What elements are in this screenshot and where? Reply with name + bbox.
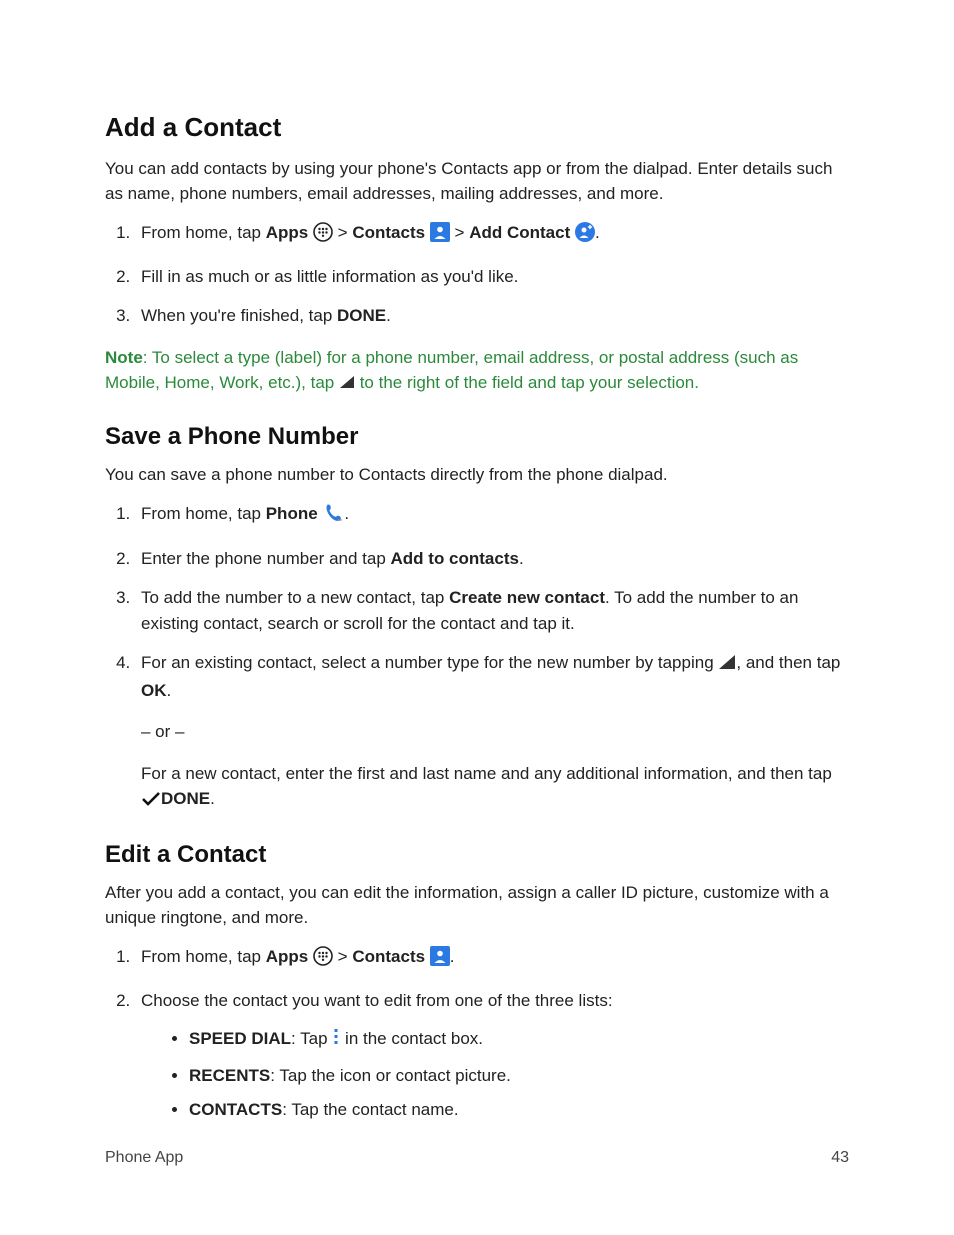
text: To add the number to a new contact, tap <box>141 588 449 607</box>
text: : Tap <box>291 1029 332 1048</box>
label-speed-dial: SPEED DIAL <box>189 1029 291 1048</box>
step-4-alt: For a new contact, enter the first and l… <box>141 761 849 815</box>
step-3-save: To add the number to a new contact, tap … <box>135 585 849 636</box>
text: From home, tap <box>141 947 266 966</box>
step-3-add: When you're finished, tap DONE. <box>135 303 849 329</box>
text: . <box>595 223 600 242</box>
text: For a new contact, enter the first and l… <box>141 764 832 783</box>
text: For an existing contact, select a number… <box>141 653 718 672</box>
label-apps: Apps <box>266 947 309 966</box>
heading-add-contact: Add a Contact <box>105 112 849 143</box>
contacts-icon <box>430 946 450 974</box>
note-label: Note <box>105 348 143 367</box>
contacts-icon <box>430 222 450 250</box>
text: From home, tap <box>141 504 266 523</box>
label-create-new-contact: Create new contact <box>449 588 605 607</box>
text: Choose the contact you want to edit from… <box>141 991 613 1010</box>
step-1-add: From home, tap Apps > Contacts > Add Con… <box>135 220 849 250</box>
page-footer: Phone App 43 <box>105 1149 849 1167</box>
text: From home, tap <box>141 223 266 242</box>
apps-icon <box>313 222 333 250</box>
steps-edit-contact: From home, tap Apps > Contacts . Choose … <box>105 944 849 1126</box>
label-phone: Phone <box>266 504 318 523</box>
text: Enter the phone number and tap <box>141 549 391 568</box>
intro-edit-contact: After you add a contact, you can edit th… <box>105 881 849 930</box>
text: . <box>386 306 391 325</box>
text: to the right of the field and tap your s… <box>355 373 699 392</box>
step-1-edit: From home, tap Apps > Contacts . <box>135 944 849 974</box>
footer-section-name: Phone App <box>105 1149 183 1167</box>
bullet-speed-dial: SPEED DIAL: Tap in the contact box. <box>189 1023 849 1057</box>
heading-save-number: Save a Phone Number <box>105 423 849 451</box>
page-content: Add a Contact You can add contacts by us… <box>0 0 954 1126</box>
step-1-save: From home, tap Phone . <box>135 501 849 532</box>
intro-add-contact: You can add contacts by using your phone… <box>105 157 849 206</box>
apps-icon <box>313 946 333 974</box>
label-contacts-tab: CONTACTS <box>189 1100 282 1119</box>
text: . <box>167 681 172 700</box>
text: . <box>344 504 349 523</box>
text: : Tap the contact name. <box>282 1100 458 1119</box>
label-contacts: Contacts <box>352 223 425 242</box>
label-done: DONE <box>161 789 210 808</box>
text: > <box>455 223 470 242</box>
steps-add-contact: From home, tap Apps > Contacts > Add Con… <box>105 220 849 329</box>
add-contact-icon <box>575 222 595 250</box>
label-recents: RECENTS <box>189 1066 270 1085</box>
dropdown-triangle-icon <box>339 371 355 397</box>
text: . <box>450 947 455 966</box>
footer-page-number: 43 <box>831 1149 849 1167</box>
intro-save-number: You can save a phone number to Contacts … <box>105 463 849 488</box>
text: . <box>519 549 524 568</box>
bullet-recents: RECENTS: Tap the icon or contact picture… <box>189 1060 849 1092</box>
label-contacts: Contacts <box>352 947 425 966</box>
checkmark-icon <box>141 789 161 815</box>
text: > <box>333 223 352 242</box>
text: . <box>210 789 215 808</box>
label-apps: Apps <box>266 223 309 242</box>
text: , and then tap <box>736 653 840 672</box>
edit-sublist: SPEED DIAL: Tap in the contact box. RECE… <box>141 1023 849 1126</box>
label-add-contact: Add Contact <box>469 223 570 242</box>
dropdown-triangle-icon <box>718 652 736 678</box>
heading-edit-contact: Edit a Contact <box>105 841 849 869</box>
step-2-add: Fill in as much or as little information… <box>135 264 849 290</box>
phone-icon <box>322 502 344 532</box>
label-done: DONE <box>337 306 386 325</box>
bullet-contacts: CONTACTS: Tap the contact name. <box>189 1094 849 1126</box>
text: When you're finished, tap <box>141 306 337 325</box>
step-2-edit: Choose the contact you want to edit from… <box>135 988 849 1126</box>
text: > <box>333 947 352 966</box>
label-add-to-contacts: Add to contacts <box>391 549 519 568</box>
or-divider: – or – <box>141 719 849 745</box>
note-add-contact: Note: To select a type (label) for a pho… <box>105 345 849 397</box>
step-2-save: Enter the phone number and tap Add to co… <box>135 546 849 572</box>
text: in the contact box. <box>340 1029 483 1048</box>
label-ok: OK <box>141 681 167 700</box>
steps-save-number: From home, tap Phone . Enter the phone n… <box>105 501 849 815</box>
text: : Tap the icon or contact picture. <box>270 1066 511 1085</box>
step-4-save: For an existing contact, select a number… <box>135 650 849 815</box>
